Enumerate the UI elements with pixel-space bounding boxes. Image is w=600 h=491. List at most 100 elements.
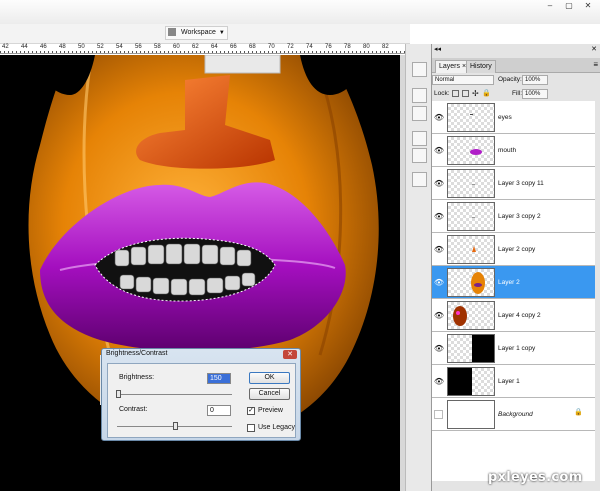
tab-history[interactable]: History bbox=[466, 60, 496, 73]
restore-button[interactable]: ▢ bbox=[561, 1, 577, 11]
dialog-title: Brightness/Contrast bbox=[106, 350, 168, 357]
ruler-tick-label: 74 bbox=[306, 44, 313, 50]
layer-thumbnail bbox=[447, 169, 495, 198]
stamp-icon[interactable] bbox=[412, 106, 427, 121]
blend-row: Normal Opacity: 100% bbox=[432, 73, 600, 87]
brightness-input[interactable]: 150 bbox=[207, 373, 231, 384]
minimize-button[interactable]: – bbox=[542, 1, 558, 11]
brightness-contrast-dialog: Brightness/Contrast ✕ Brightness: 150 Co… bbox=[101, 348, 301, 441]
eye-icon[interactable]: 👁 bbox=[433, 178, 445, 189]
layer-comps-icon[interactable] bbox=[412, 172, 427, 187]
use-legacy-checkbox[interactable] bbox=[247, 424, 255, 432]
eye-icon[interactable]: 👁 bbox=[433, 211, 445, 222]
ok-button[interactable]: OK bbox=[249, 372, 290, 384]
layer-name: Background bbox=[498, 411, 533, 418]
dialog-close-button[interactable]: ✕ bbox=[283, 350, 297, 359]
panel-menu-icon[interactable]: ≡ bbox=[593, 60, 598, 69]
paragraph-icon[interactable] bbox=[412, 148, 427, 163]
ruler-tick-label: 78 bbox=[344, 44, 351, 50]
opacity-input[interactable]: 100% bbox=[522, 75, 548, 85]
layer-name: Layer 4 copy 2 bbox=[498, 312, 541, 319]
use-legacy-label: Use Legacy bbox=[258, 424, 295, 431]
ruler-tick-label: 54 bbox=[116, 44, 123, 50]
preview-label: Preview bbox=[258, 407, 283, 414]
ruler-tick-label: 42 bbox=[2, 44, 9, 50]
ruler-tick-label: 58 bbox=[154, 44, 161, 50]
ruler-tick-label: 46 bbox=[40, 44, 47, 50]
character-icon[interactable] bbox=[412, 131, 427, 146]
contrast-slider-handle[interactable] bbox=[173, 422, 178, 430]
layer-thumbnail bbox=[447, 301, 495, 330]
palette-icon[interactable] bbox=[412, 62, 427, 77]
lock-pixels-icon[interactable] bbox=[462, 90, 469, 97]
layer-row[interactable]: 👁 Layer 3 copy 11 bbox=[432, 167, 595, 200]
layer-row[interactable]: 👁 Layer 4 copy 2 bbox=[432, 299, 595, 332]
ruler-tick-label: 44 bbox=[21, 44, 28, 50]
fill-input[interactable]: 100% bbox=[522, 89, 548, 99]
contrast-label: Contrast: bbox=[119, 406, 148, 413]
close-panel-icon[interactable]: ✕ bbox=[591, 45, 597, 53]
collapse-icon[interactable]: ◂◂ bbox=[434, 45, 441, 53]
layer-thumbnail bbox=[447, 103, 495, 132]
ruler-tick-label: 66 bbox=[230, 44, 237, 50]
ruler-tick-label: 80 bbox=[363, 44, 370, 50]
layer-name: mouth bbox=[498, 147, 517, 154]
lock-position-icon[interactable]: ✢ bbox=[472, 87, 479, 101]
ruler-tick-label: 62 bbox=[192, 44, 199, 50]
ruler-tick-label: 56 bbox=[135, 44, 142, 50]
layer-name: Layer 3 copy 2 bbox=[498, 213, 541, 220]
layer-name: Layer 3 copy 11 bbox=[498, 180, 544, 187]
visibility-toggle[interactable] bbox=[434, 410, 443, 419]
dialog-body: Brightness: 150 Contrast: 0 OK Cancel ✓ … bbox=[107, 363, 296, 438]
eye-icon[interactable]: 👁 bbox=[433, 310, 445, 321]
ruler-tick-label: 50 bbox=[78, 44, 85, 50]
lock-icon: 🔒 bbox=[574, 409, 583, 416]
photoshop-window: – ▢ ✕ Workspace ▼ 42 44 46 48 50 52 54 56 58 60 62 6… bbox=[0, 0, 600, 491]
layer-thumbnail bbox=[447, 136, 495, 165]
eye-icon[interactable]: 👁 bbox=[433, 376, 445, 387]
brush-icon[interactable] bbox=[412, 88, 427, 103]
panel-tab-bar: Layers × History ≡ bbox=[432, 58, 600, 73]
layer-thumbnail bbox=[447, 367, 495, 396]
layer-list: 👁 eyes 👁 mouth 👁 Layer 3 copy 11 👁 Layer 3 copy… bbox=[432, 101, 595, 481]
cancel-button[interactable]: Cancel bbox=[249, 388, 290, 400]
fill-label: Fill: bbox=[512, 90, 523, 97]
close-window-button[interactable]: ✕ bbox=[580, 1, 596, 11]
layer-row[interactable]: 👁 Layer 3 copy 2 bbox=[432, 200, 595, 233]
layer-row[interactable]: 👁 Layer 1 copy bbox=[432, 332, 595, 365]
brightness-slider-handle[interactable] bbox=[116, 390, 121, 398]
layer-thumbnail bbox=[447, 235, 495, 264]
layer-row[interactable]: 👁 Layer 2 copy bbox=[432, 233, 595, 266]
layer-name: Layer 2 bbox=[498, 279, 520, 286]
preview-checkbox[interactable]: ✓ bbox=[247, 407, 255, 415]
ruler-tick-label: 68 bbox=[249, 44, 256, 50]
eye-icon[interactable]: 👁 bbox=[433, 277, 445, 288]
layer-row[interactable]: Background 🔒 bbox=[432, 398, 595, 431]
layer-row[interactable]: 👁 Layer 1 bbox=[432, 365, 595, 398]
chevron-down-icon: ▼ bbox=[218, 30, 225, 36]
panel-dock-strip bbox=[405, 44, 431, 491]
layer-row[interactable]: 👁 mouth bbox=[432, 134, 595, 167]
lock-all-icon[interactable]: 🔒 bbox=[482, 87, 491, 101]
opacity-label: Opacity: bbox=[498, 76, 522, 83]
contrast-input[interactable]: 0 bbox=[207, 405, 231, 416]
eye-icon[interactable]: 👁 bbox=[433, 112, 445, 123]
eye-icon[interactable]: 👁 bbox=[433, 343, 445, 354]
brightness-slider-track[interactable] bbox=[117, 394, 232, 395]
layer-row[interactable]: 👁 eyes bbox=[432, 101, 595, 134]
layer-thumbnail bbox=[447, 202, 495, 231]
workspace-menu[interactable]: Workspace ▼ bbox=[165, 26, 228, 40]
workspace-label: Workspace bbox=[181, 29, 216, 36]
ruler-tick-label: 48 bbox=[59, 44, 66, 50]
layer-thumbnail bbox=[447, 400, 495, 429]
eye-icon[interactable]: 👁 bbox=[433, 244, 445, 255]
layer-row[interactable]: 👁 Layer 2 bbox=[432, 266, 595, 299]
tab-layers[interactable]: Layers × bbox=[435, 60, 471, 73]
ruler-tick-label: 76 bbox=[325, 44, 332, 50]
eye-icon[interactable]: 👁 bbox=[433, 145, 445, 156]
layer-name: Layer 1 copy bbox=[498, 345, 536, 352]
window-title-bar: – ▢ ✕ bbox=[0, 0, 600, 24]
ruler-tick-label: 70 bbox=[268, 44, 275, 50]
blend-mode-select[interactable]: Normal bbox=[432, 75, 494, 85]
lock-transparent-icon[interactable] bbox=[452, 90, 459, 97]
